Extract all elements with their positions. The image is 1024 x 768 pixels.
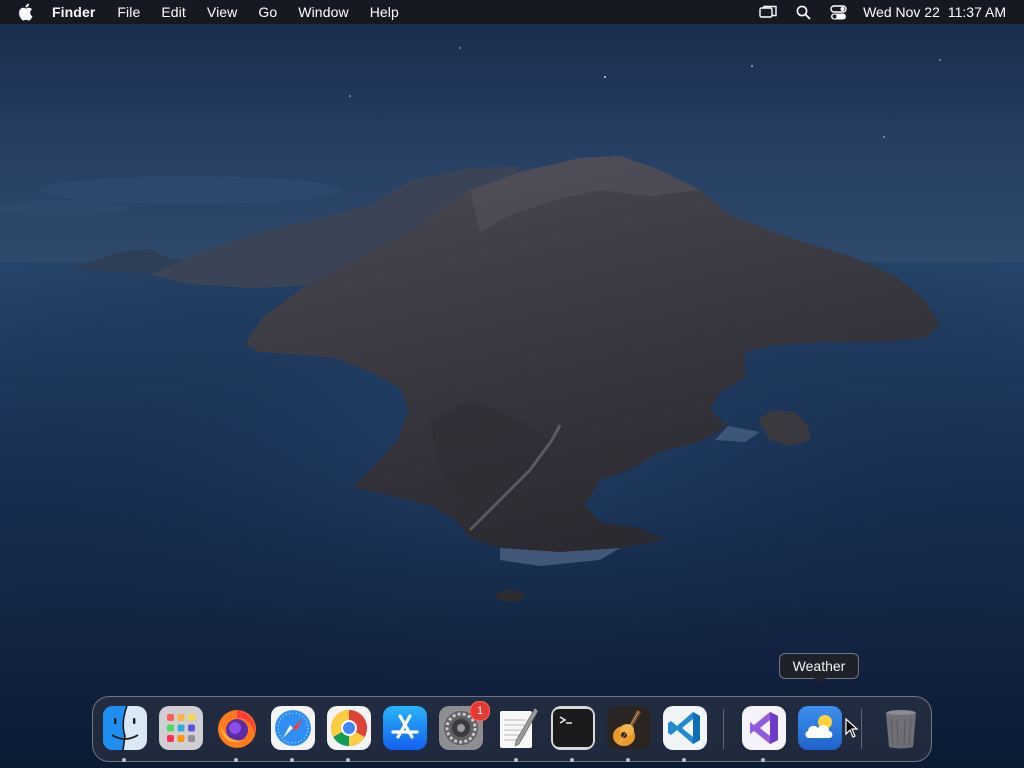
dock-item-finder[interactable] xyxy=(102,705,148,751)
running-indicator xyxy=(290,758,294,762)
menu-app-finder[interactable]: Finder xyxy=(52,4,95,20)
chrome-icon xyxy=(327,706,371,750)
running-indicator xyxy=(514,758,518,762)
running-indicator xyxy=(234,758,238,762)
safari-icon xyxy=(271,706,315,750)
dock-tooltip: Weather xyxy=(779,653,859,685)
tooltip-text: Weather xyxy=(792,658,846,674)
dock-item-chrome[interactable] xyxy=(326,705,372,751)
clock-time: 11:37 AM xyxy=(947,4,1006,20)
dock-item-garageband[interactable] xyxy=(606,705,652,751)
dock-item-launchpad[interactable] xyxy=(158,705,204,751)
garageband-icon xyxy=(607,706,651,750)
menu-bar-clock[interactable]: Wed Nov 22 11:37 AM xyxy=(863,4,1006,20)
dock-item-system-preferences[interactable]: 1 xyxy=(438,701,490,751)
running-indicator xyxy=(626,758,630,762)
dock-separator xyxy=(861,709,862,749)
trash-icon xyxy=(879,706,923,750)
control-center-icon[interactable] xyxy=(829,3,847,21)
dock-item-firefox[interactable] xyxy=(214,705,260,751)
clock-date: Wed Nov 22 xyxy=(863,4,940,20)
mouse-cursor-icon xyxy=(845,718,859,738)
menu-go[interactable]: Go xyxy=(258,4,277,20)
dock-item-safari[interactable] xyxy=(270,705,316,751)
notification-badge: 1 xyxy=(470,701,490,721)
menu-view[interactable]: View xyxy=(207,4,238,20)
running-indicator xyxy=(570,758,574,762)
dock-item-textedit[interactable] xyxy=(494,705,540,751)
running-indicator xyxy=(122,758,126,762)
visual-studio-icon xyxy=(742,706,786,750)
firefox-icon xyxy=(215,706,259,750)
vscode-icon xyxy=(663,706,707,750)
dock-item-visual-studio[interactable] xyxy=(741,705,787,751)
running-indicator xyxy=(682,758,686,762)
menu-bar: Finder File Edit View Go Window Help Wed… xyxy=(0,0,1024,24)
dock-item-terminal[interactable] xyxy=(550,705,596,751)
menu-edit[interactable]: Edit xyxy=(161,4,186,20)
dock: 1 xyxy=(92,696,932,762)
spotlight-search-icon[interactable] xyxy=(794,3,812,21)
textedit-icon xyxy=(495,706,539,750)
dock-item-weather[interactable] xyxy=(797,705,843,751)
apple-menu-icon[interactable] xyxy=(18,3,36,21)
dock-item-app-store[interactable] xyxy=(382,705,428,751)
launchpad-icon xyxy=(159,706,203,750)
screen-mirroring-icon[interactable] xyxy=(759,3,777,21)
app-store-icon xyxy=(383,706,427,750)
menu-file[interactable]: File xyxy=(117,4,140,20)
finder-icon xyxy=(103,706,147,750)
menu-window[interactable]: Window xyxy=(298,4,348,20)
weather-icon xyxy=(798,706,842,750)
dock-item-vscode[interactable] xyxy=(662,705,708,751)
dock-item-trash[interactable] xyxy=(878,705,924,751)
running-indicator xyxy=(346,758,350,762)
dock-separator xyxy=(723,709,724,749)
desktop-wallpaper xyxy=(0,0,1024,768)
terminal-icon xyxy=(551,706,595,750)
running-indicator xyxy=(761,758,765,762)
menu-help[interactable]: Help xyxy=(370,4,399,20)
